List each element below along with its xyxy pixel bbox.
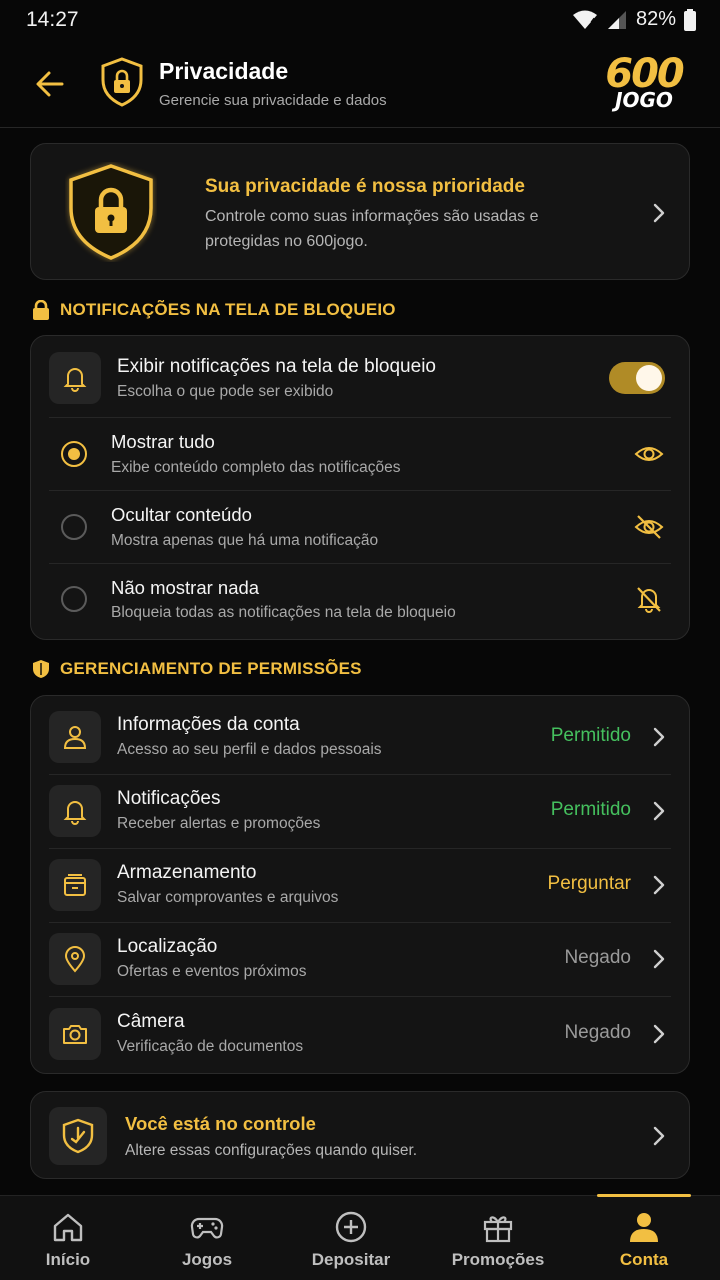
shield-lock-icon [65, 162, 157, 262]
bell-icon [49, 785, 101, 837]
gamepad-icon [190, 1210, 224, 1244]
chevron-right-icon [652, 202, 666, 224]
brand-logo: 600 JOGO [605, 51, 685, 112]
shield-icon [32, 659, 50, 679]
nav-deposit[interactable]: Depositar [296, 1196, 406, 1280]
lockscreen-toggle-title: Exibir notificações na tela de bloqueio [117, 356, 436, 377]
lockscreen-notifications-toggle[interactable] [609, 362, 665, 394]
hero-description: Controle como suas informações são usada… [205, 208, 539, 250]
lockscreen-toggle-desc: Escolha o que pode ser exibido [117, 383, 334, 400]
permission-status: Permitido [550, 725, 631, 746]
lockscreen-section-title: NOTIFICAÇÕES NA TELA DE BLOQUEIO [32, 300, 396, 320]
permission-status: Permitido [550, 799, 631, 820]
bottom-navigation: Início Jogos Depositar Promoções Conta [0, 1194, 720, 1280]
permissions-section-title: GERENCIAMENTO DE PERMISSÕES [32, 659, 362, 679]
lock-icon [32, 300, 50, 320]
wifi-icon [572, 9, 598, 31]
chevron-right-icon [652, 1125, 666, 1147]
bell-icon [49, 352, 101, 404]
battery-percent: 82% [635, 8, 676, 30]
status-bar: 14:27 82% [0, 0, 720, 40]
camera-icon [49, 1008, 101, 1060]
plus-circle-icon [334, 1210, 368, 1244]
permission-status: Perguntar [547, 873, 631, 894]
nav-account[interactable]: Conta [597, 1196, 691, 1280]
you-are-in-control-card[interactable]: Você está no controle Altere essas confi… [30, 1091, 690, 1179]
hero-title: Sua privacidade é nossa prioridade [205, 176, 525, 197]
radio-show-all[interactable] [61, 441, 87, 467]
shield-lock-icon [98, 56, 146, 108]
control-desc: Altere essas configurações quando quiser… [125, 1142, 418, 1159]
page-subtitle: Gerencie sua privacidade e dados [159, 92, 387, 109]
chevron-right-icon [652, 874, 666, 896]
nav-home[interactable]: Início [18, 1196, 118, 1280]
chevron-right-icon [652, 948, 666, 970]
eye-icon [634, 439, 664, 469]
signal-icon [606, 9, 628, 31]
location-pin-icon [49, 933, 101, 985]
chevron-right-icon [652, 1023, 666, 1045]
chevron-right-icon [652, 800, 666, 822]
app-header: Privacidade Gerencie sua privacidade e d… [0, 40, 720, 128]
privacy-priority-card[interactable]: Sua privacidade é nossa prioridade Contr… [30, 143, 690, 280]
lockscreen-notifications-card: Exibir notificações na tela de bloqueio … [30, 335, 690, 640]
radio-show-nothing[interactable] [61, 586, 87, 612]
arrow-left-icon [36, 71, 64, 97]
status-time: 14:27 [26, 8, 79, 31]
control-title: Você está no controle [125, 1113, 316, 1134]
bell-off-icon [634, 584, 664, 614]
eye-off-icon [634, 512, 664, 542]
archive-icon [49, 859, 101, 911]
nav-promotions[interactable]: Promoções [438, 1196, 558, 1280]
user-icon [49, 711, 101, 763]
radio-hide-content[interactable] [61, 514, 87, 540]
chevron-right-icon [652, 726, 666, 748]
shield-hand-icon [49, 1107, 107, 1165]
person-icon [627, 1210, 661, 1244]
page-title: Privacidade [159, 58, 289, 84]
permission-status: Negado [564, 947, 631, 968]
permission-status: Negado [564, 1022, 631, 1043]
home-icon [51, 1210, 85, 1244]
back-button[interactable] [30, 64, 70, 104]
gift-icon [481, 1210, 515, 1244]
permissions-card: Informações da conta Acesso ao seu perfi… [30, 695, 690, 1074]
battery-icon [684, 8, 696, 31]
nav-games[interactable]: Jogos [157, 1196, 257, 1280]
